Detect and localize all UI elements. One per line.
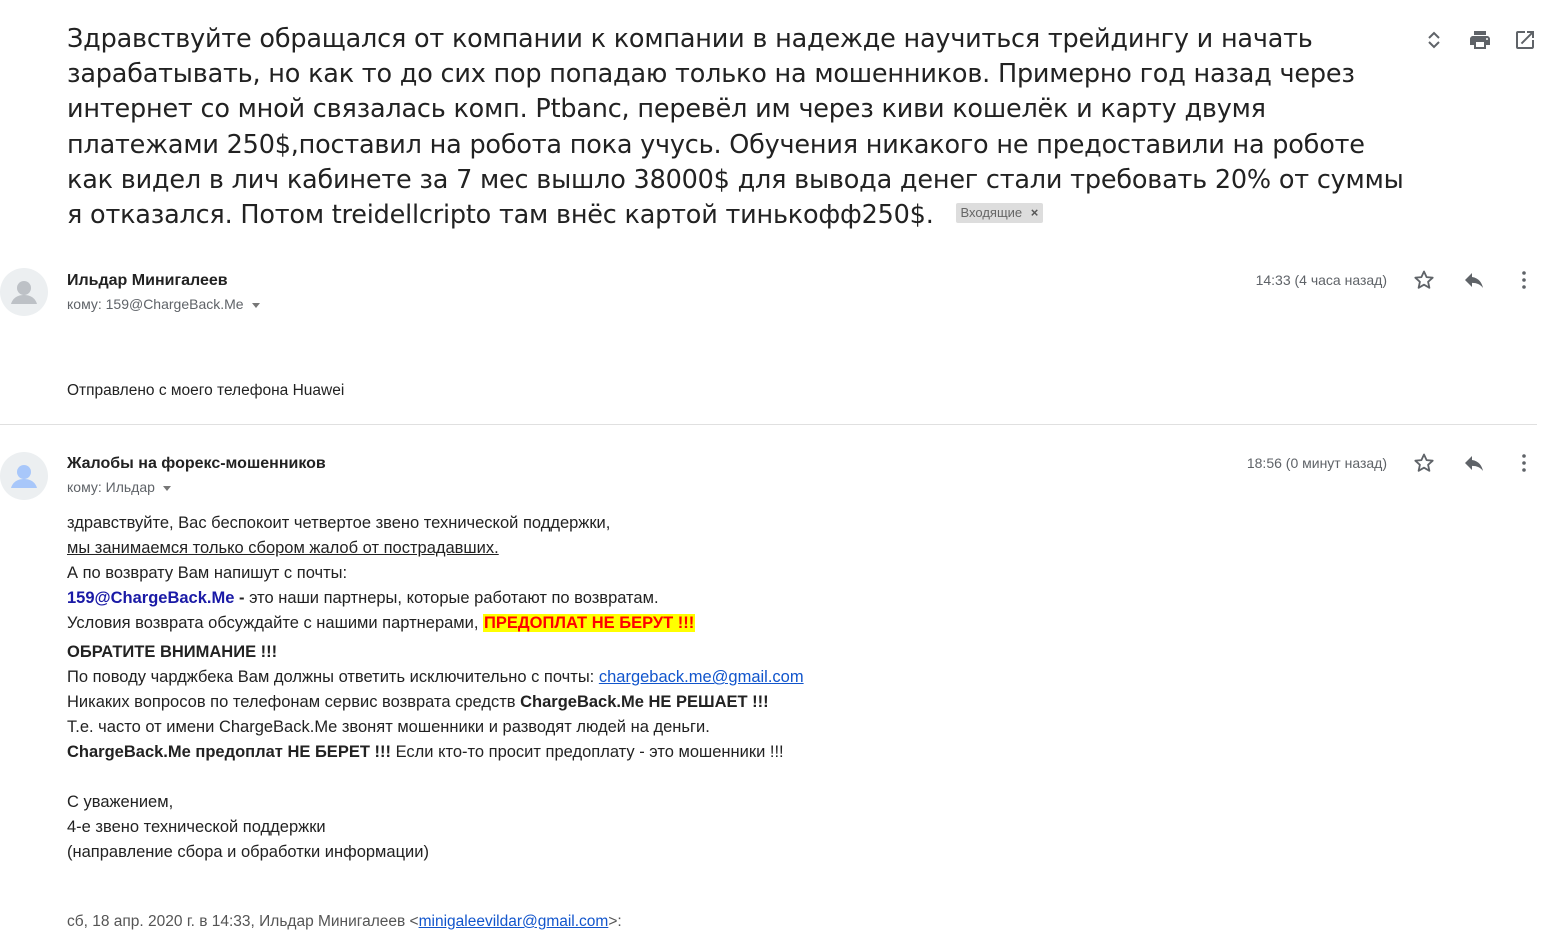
message-body: Отправлено с моего телефона Huawei (67, 378, 344, 403)
body-line: По поводу чарджбека Вам должны ответить … (67, 665, 804, 690)
email-thread-view: Здравствуйте обращался от компании к ком… (0, 0, 1555, 939)
dash: - (234, 589, 250, 607)
body-line: Условия возврата обсуждайте с нашими пар… (67, 611, 804, 636)
remove-label-icon[interactable]: × (1031, 205, 1039, 220)
recipient-text: кому: 159@ChargeBack.Me (67, 296, 244, 312)
no-prepayment-warning: ПРЕДОПЛАТ НЕ БЕРУТ !!! (483, 614, 696, 632)
message-timestamp: 14:33 (4 часа назад) (1255, 272, 1387, 288)
expand-collapse-icon[interactable] (1422, 28, 1446, 52)
body-line: Т.е. часто от имени ChargeBack.Me звонят… (67, 718, 710, 736)
partner-description: это наши партнеры, которые работают по в… (249, 589, 659, 607)
quoted-sender-email-link[interactable]: minigaleevildar@gmail.com (419, 913, 609, 930)
attention-heading: ОБРАТИТЕ ВНИМАНИЕ !!! (67, 643, 278, 661)
email-subject: Здравствуйте обращался от компании к ком… (67, 22, 1417, 233)
avatar[interactable] (0, 452, 48, 500)
signature-line: (направление сбора и обработки информаци… (67, 843, 429, 861)
body-line: Никаких вопросов по телефонам сервис воз… (67, 690, 804, 715)
sender-name[interactable]: Жалобы на форекс-мошенников (67, 455, 326, 473)
recipient-line[interactable]: кому: 159@ChargeBack.Me (67, 296, 260, 312)
divider (0, 424, 1537, 425)
signature-line: С уважением, (67, 793, 174, 811)
quoted-header: сб, 18 апр. 2020 г. в 14:33, Ильдар Мини… (67, 913, 622, 931)
body-line: здравствуйте, Вас беспокоит четвертое зв… (67, 514, 611, 532)
more-vert-icon[interactable] (1512, 451, 1536, 475)
body-line: Отправлено с моего телефона Huawei (67, 382, 345, 399)
no-prepay-bold-text: ChargeBack.Me предоплат НЕ БЕРЕТ !!! (67, 743, 391, 761)
recipient-line[interactable]: кому: Ильдар (67, 479, 171, 495)
body-line: мы занимаемся только сбором жалоб от пос… (67, 539, 499, 557)
phone-text: Никаких вопросов по телефонам сервис воз… (67, 693, 521, 711)
chargeback-email-link[interactable]: chargeback.me@gmail.com (599, 668, 804, 686)
phone-bold-text: ChargeBack.Me НЕ РЕШАЕТ !!! (520, 693, 769, 711)
message-timestamp: 18:56 (0 минут назад) (1246, 455, 1387, 471)
print-icon[interactable] (1468, 28, 1492, 52)
message-body: здравствуйте, Вас беспокоит четвертое зв… (67, 511, 804, 865)
star-icon[interactable] (1412, 268, 1436, 292)
chargeback-text: По поводу чарджбека Вам должны ответить … (67, 668, 599, 686)
reply-icon[interactable] (1462, 451, 1486, 475)
body-line: 159@ChargeBack.Me - это наши партнеры, к… (67, 586, 804, 611)
reply-icon[interactable] (1462, 268, 1486, 292)
avatar[interactable] (0, 268, 48, 316)
body-line: А по возврату Вам напишут с почты: (67, 564, 348, 582)
sender-name[interactable]: Ильдар Минигалеев (67, 272, 228, 290)
body-line: ChargeBack.Me предоплат НЕ БЕРЕТ !!! Есл… (67, 740, 804, 765)
quoted-header-prefix: сб, 18 апр. 2020 г. в 14:33, Ильдар Мини… (67, 913, 419, 930)
conditions-text: Условия возврата обсуждайте с нашими пар… (67, 614, 484, 632)
scam-warning-text: Если кто-то просит предоплату - это моше… (390, 743, 784, 761)
open-in-new-window-icon[interactable] (1513, 28, 1537, 52)
recipient-text: кому: Ильдар (67, 479, 155, 495)
partner-email[interactable]: 159@ChargeBack.Me (67, 589, 234, 607)
more-vert-icon[interactable] (1512, 268, 1536, 292)
chevron-down-icon[interactable] (162, 485, 171, 491)
inbox-label-text: Входящие (960, 205, 1023, 221)
inbox-label-chip[interactable]: Входящие × (955, 203, 1044, 224)
star-icon[interactable] (1412, 451, 1436, 475)
signature-line: 4-е звено технической поддержки (67, 818, 326, 836)
quoted-header-suffix: >: (608, 913, 622, 930)
subject-text: Здравствуйте обращался от компании к ком… (67, 24, 1404, 231)
chevron-down-icon[interactable] (251, 302, 260, 308)
